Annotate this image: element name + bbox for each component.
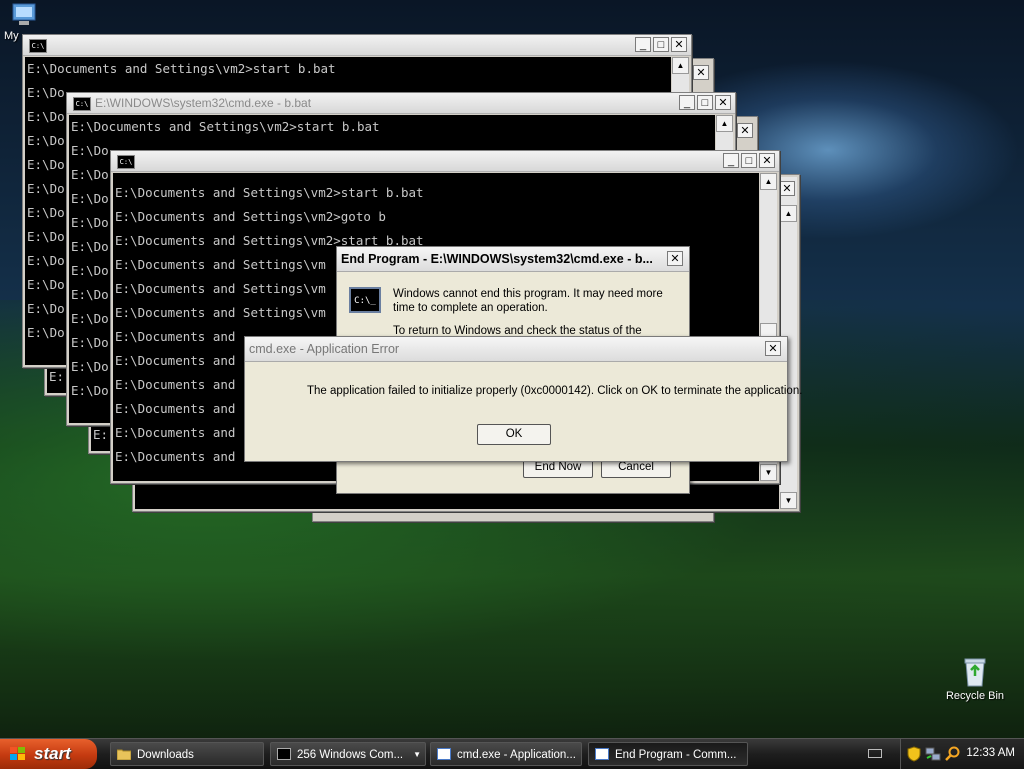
- taskbar-item-label: 256 Windows Com...: [297, 749, 404, 761]
- ok-button[interactable]: OK: [477, 424, 551, 445]
- close-button[interactable]: ✕: [667, 251, 683, 266]
- dialog-title: End Program - E:\WINDOWS\system32\cmd.ex…: [341, 252, 653, 266]
- taskbar-item-downloads[interactable]: Downloads: [110, 742, 264, 766]
- scroll-up-arrow[interactable]: ▲: [780, 205, 797, 222]
- window-title: E:\WINDOWS\system32\cmd.exe - b.bat: [95, 96, 312, 110]
- desktop-icon-recycle-bin[interactable]: Recycle Bin: [940, 656, 1010, 702]
- taskbar-item-application-error[interactable]: cmd.exe - Application...: [430, 742, 582, 766]
- start-button[interactable]: start: [0, 739, 97, 769]
- windows-logo-icon: [10, 747, 25, 760]
- close-button[interactable]: ✕: [779, 181, 795, 196]
- cmd-icon: C:\: [117, 155, 135, 169]
- window-icon: [595, 748, 609, 760]
- maximize-button[interactable]: □: [653, 37, 669, 52]
- scroll-down-arrow[interactable]: ▼: [780, 492, 797, 509]
- cmd-icon: C:\: [73, 97, 91, 111]
- scroll-up-arrow[interactable]: ▲: [716, 115, 733, 132]
- close-button[interactable]: ✕: [715, 95, 731, 110]
- title-bar[interactable]: C:\ _ □ ✕: [23, 35, 691, 56]
- console-line: E:: [93, 427, 109, 442]
- taskbar-item-label: cmd.exe - Application...: [457, 749, 576, 761]
- console-line: E:\Documents and Settings\vm2>start b.ba…: [115, 185, 424, 200]
- title-bar[interactable]: cmd.exe - Application Error ✕: [245, 337, 787, 362]
- minimize-button[interactable]: _: [723, 153, 739, 168]
- chevron-down-icon: ▼: [413, 750, 421, 759]
- close-button[interactable]: ✕: [759, 153, 775, 168]
- computer-icon: [9, 2, 39, 28]
- scroll-down-arrow[interactable]: ▼: [760, 464, 777, 481]
- cmd-icon: [277, 748, 291, 760]
- scroll-up-arrow[interactable]: ▲: [760, 173, 777, 190]
- search-icon[interactable]: [945, 746, 961, 762]
- close-button[interactable]: ✕: [671, 37, 687, 52]
- title-bar[interactable]: C:\ E:\WINDOWS\system32\cmd.exe - b.bat …: [67, 93, 735, 114]
- maximize-button[interactable]: □: [741, 153, 757, 168]
- desktop-icon-label: Recycle Bin: [945, 690, 1005, 702]
- cmd-program-icon: C:\_: [349, 287, 381, 313]
- console-line: E:\Documents and Settings\vm2>start b.ba…: [71, 119, 380, 134]
- application-error-dialog[interactable]: cmd.exe - Application Error ✕ The applic…: [244, 336, 802, 462]
- network-icon[interactable]: [925, 746, 941, 762]
- console-line: E:\Documents and Settings\vm2>start b.ba…: [27, 61, 336, 76]
- folder-icon: [117, 749, 131, 760]
- maximize-button[interactable]: □: [697, 95, 713, 110]
- clock: 12:33 AM: [966, 747, 1015, 759]
- close-button[interactable]: ✕: [765, 341, 781, 356]
- start-label: start: [34, 744, 71, 763]
- console-line: E:: [49, 369, 65, 384]
- close-button[interactable]: ✕: [693, 65, 709, 80]
- system-tray: 12:33 AM: [900, 739, 1024, 769]
- recycle-bin-icon: [959, 656, 991, 688]
- minimize-button[interactable]: _: [635, 37, 651, 52]
- taskbar: start Downloads 256 Windows Com... ▼ cmd…: [0, 738, 1024, 769]
- title-bar[interactable]: End Program - E:\WINDOWS\system32\cmd.ex…: [337, 247, 689, 272]
- minimize-button[interactable]: _: [679, 95, 695, 110]
- taskbar-item-label: Downloads: [137, 749, 194, 761]
- dialog-message: Windows cannot end this program. It may …: [393, 288, 663, 314]
- security-shield-icon[interactable]: [907, 746, 921, 762]
- scroll-up-arrow[interactable]: ▲: [672, 57, 689, 74]
- title-bar[interactable]: C:\ _ □ ✕: [111, 151, 779, 172]
- console-line: E:\Documents and Settings\vm2>goto b: [115, 209, 386, 224]
- taskbar-item-end-program[interactable]: End Program - Comm...: [588, 742, 748, 766]
- keyboard-icon[interactable]: [868, 749, 882, 758]
- window-icon: [437, 748, 451, 760]
- taskbar-item-label: End Program - Comm...: [615, 749, 737, 761]
- error-message: The application failed to initialize pro…: [307, 385, 803, 397]
- cmd-icon: C:\: [29, 39, 47, 53]
- close-button[interactable]: ✕: [737, 123, 753, 138]
- taskbar-item-windows-command[interactable]: 256 Windows Com... ▼: [270, 742, 426, 766]
- dialog-title: cmd.exe - Application Error: [249, 342, 400, 356]
